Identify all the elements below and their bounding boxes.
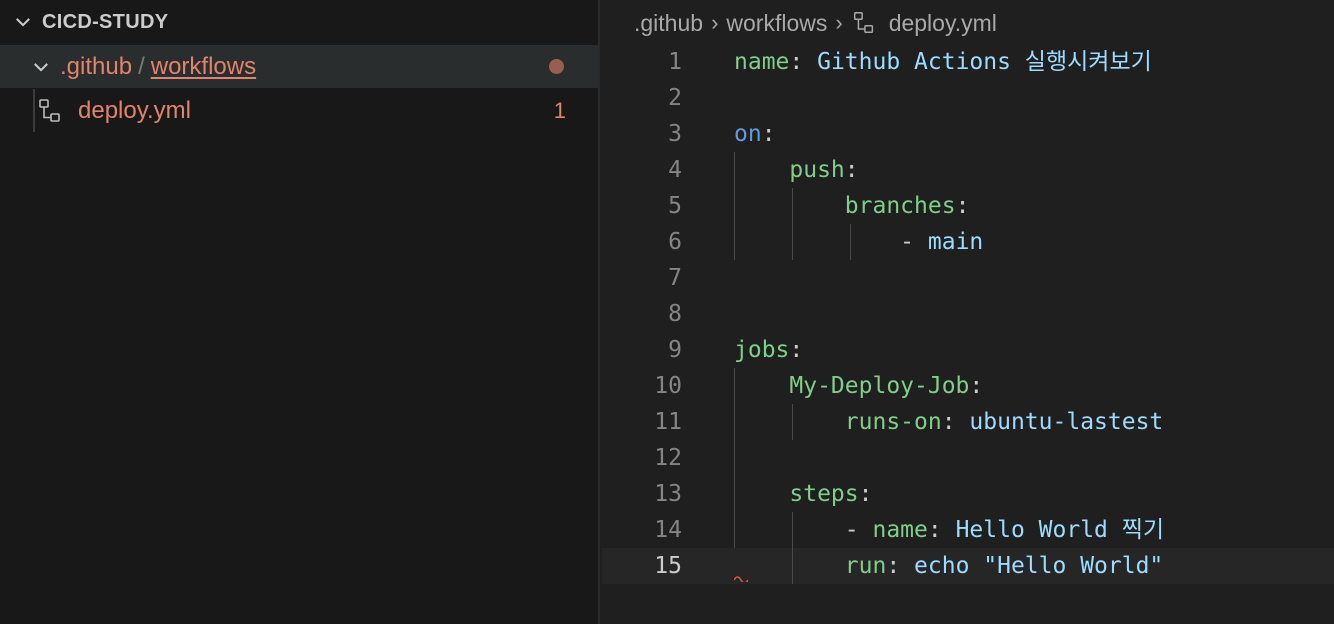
code-line[interactable]: 10 My-Deploy-Job: [602,368,1334,404]
line-number: 4 [668,157,682,183]
line-text: name: Github Actions 실행시켜보기 [734,44,1152,80]
code-token: : [858,481,873,507]
code-token: jobs [734,337,790,363]
code-line[interactable]: 13 steps: [602,476,1334,512]
explorer-panel: CICD-STUDY .github / workflows deploy.ym… [0,0,600,624]
line-number: 6 [668,229,682,255]
line-number: 11 [654,409,682,435]
folder-path-separator: / [138,52,145,80]
line-number: 8 [668,301,682,327]
code-token: : [969,373,984,399]
code-token: name [872,517,928,543]
chevron-right-icon: › [835,10,843,35]
code-token: - [734,517,873,543]
code-token: : [789,49,818,75]
code-token: : [789,337,804,363]
folder-name-github[interactable]: .github [60,53,132,81]
code-token: runs-on [734,409,942,435]
code-token: Hello World 찍기 [955,517,1165,543]
code-line[interactable]: 12 [602,440,1334,476]
code-token: steps [734,481,859,507]
code-line[interactable]: 1 name: Github Actions 실행시켜보기 [602,44,1334,80]
line-number: 1 [668,49,682,75]
line-text: on: [734,116,776,152]
code-token: : [941,409,970,435]
code-token: Github Actions 실행시켜보기 [817,49,1152,75]
code-line[interactable]: 4 push: [602,152,1334,188]
code-token: ubuntu-lastest [969,409,1164,435]
code-token: main [927,229,984,255]
workflow-file-icon [39,98,60,122]
editor-pane[interactable]: .github › workflows › deploy.yml 1 name: … [602,0,1334,624]
chevron-down-icon[interactable] [10,9,36,35]
line-text: - name: Hello World 찍기 [734,512,1164,548]
workflow-file-icon [853,12,873,34]
code-line[interactable]: 3 on: [602,116,1334,152]
line-text: My-Deploy-Job: [734,368,983,404]
code-area[interactable]: 1 name: Github Actions 실행시켜보기 2 3 on: 4 push:… [602,44,1334,584]
code-token: : [761,121,776,147]
line-number: 13 [654,481,682,507]
chevron-down-icon[interactable] [28,54,54,80]
code-line[interactable]: 2 [602,80,1334,116]
code-line[interactable]: 15 run: echo "Hello World" [602,548,1334,584]
code-token: name [734,49,790,75]
line-number: 10 [654,373,682,399]
line-text: runs-on: ubuntu-lastest [734,404,1164,440]
line-text: steps: [734,476,872,512]
breadcrumb-file[interactable]: deploy.yml [889,10,997,37]
code-token: branches [734,193,956,219]
code-line[interactable]: 5 branches: [602,188,1334,224]
code-token: : [927,517,956,543]
line-number: 15 [654,553,682,579]
line-number: 14 [654,517,682,543]
breadcrumb: .github › workflows › deploy.yml [634,6,997,40]
problem-count-badge: 1 [553,97,566,123]
explorer-root-header[interactable]: CICD-STUDY [0,0,598,44]
code-line[interactable]: 11 runs-on: ubuntu-lastest [602,404,1334,440]
indent-guide [734,440,735,476]
code-token: on [734,121,762,147]
error-squiggle-icon [734,576,748,582]
code-token: run [734,553,887,579]
code-token: echo "Hello World" [914,553,1164,579]
line-text: - main [734,224,983,260]
breadcrumb-github[interactable]: .github [634,10,703,37]
breadcrumb-workflows[interactable]: workflows [726,10,827,37]
line-number: 3 [668,121,682,147]
code-line[interactable]: 14 - name: Hello World 찍기 [602,512,1334,548]
code-line[interactable]: 9 jobs: [602,332,1334,368]
folder-name-workflows[interactable]: workflows [151,53,256,81]
line-number: 9 [668,337,682,363]
code-token: My-Deploy-Job [734,373,970,399]
line-text: push: [734,152,859,188]
file-name[interactable]: deploy.yml [78,97,191,125]
code-token: : [955,193,970,219]
folder-row-workflows[interactable]: .github / workflows [0,45,598,88]
code-token: - [734,229,928,255]
code-line[interactable]: 7 [602,260,1334,296]
code-token: : [844,157,859,183]
code-line[interactable]: 6 - main [602,224,1334,260]
code-line[interactable]: 8 [602,296,1334,332]
line-number: 2 [668,85,682,111]
chevron-right-icon: › [711,10,719,35]
line-number: 5 [668,193,682,219]
file-row-deploy-yml[interactable]: deploy.yml 1 [0,89,598,132]
line-text: run: echo "Hello World" [734,548,1164,584]
explorer-root-label: CICD-STUDY [42,10,169,33]
line-number: 7 [668,265,682,291]
line-text: branches: [734,188,970,224]
modified-dot-icon [549,59,564,74]
line-text: jobs: [734,332,803,368]
code-token: : [886,553,915,579]
code-token: push [734,157,845,183]
line-number: 12 [654,445,682,471]
